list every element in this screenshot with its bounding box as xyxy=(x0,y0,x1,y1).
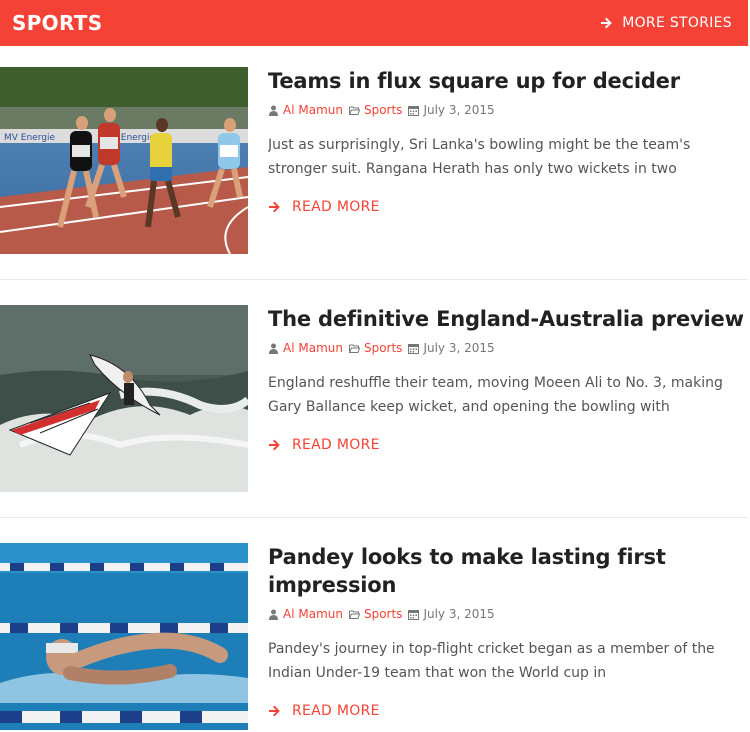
article-thumbnail[interactable] xyxy=(0,543,248,730)
author-name: Al Mamun xyxy=(283,103,343,117)
divider xyxy=(0,279,748,280)
divider xyxy=(0,517,748,518)
article-meta: Al Mamun Sports July 3, 2015 xyxy=(268,605,746,623)
more-stories-label: MORE STORIES xyxy=(622,15,732,31)
runners-track-image: MV Energie MV Energie xyxy=(0,67,248,254)
category-name: Sports xyxy=(363,103,403,117)
swimmer-image xyxy=(0,543,248,730)
read-more-link[interactable]: READ MORE xyxy=(268,703,746,719)
article-meta: Al Mamun Sports July 3, 2015 xyxy=(268,101,746,119)
folder-open-icon xyxy=(348,106,360,115)
article-date: July 3, 2015 xyxy=(423,607,495,621)
article-date: July 3, 2015 xyxy=(423,341,495,355)
meta-category[interactable]: Sports xyxy=(348,341,403,355)
article-content: The definitive England-Australia preview… xyxy=(268,305,746,453)
author-name: Al Mamun xyxy=(283,607,343,621)
article-title[interactable]: The definitive England-Australia preview xyxy=(268,305,746,333)
article-excerpt: Pandey's journey in top-flight cricket b… xyxy=(268,641,715,681)
user-icon xyxy=(269,609,278,620)
read-more-link[interactable]: READ MORE xyxy=(268,437,746,453)
calendar-icon xyxy=(408,609,420,620)
arrow-right-icon xyxy=(269,201,280,213)
read-more-label: READ MORE xyxy=(292,199,380,215)
read-more-label: READ MORE xyxy=(292,437,380,453)
article-date: July 3, 2015 xyxy=(423,103,495,117)
meta-category[interactable]: Sports xyxy=(348,607,403,621)
article-title[interactable]: Teams in flux square up for decider xyxy=(268,67,746,95)
article-content: Pandey looks to make lasting first impre… xyxy=(268,543,746,719)
arrow-right-icon xyxy=(269,705,280,717)
article-content: Teams in flux square up for decider Al M… xyxy=(268,67,746,215)
meta-author[interactable]: Al Mamun xyxy=(268,103,343,117)
meta-author[interactable]: Al Mamun xyxy=(268,341,343,355)
meta-date: July 3, 2015 xyxy=(408,607,495,621)
arrow-right-icon xyxy=(601,17,613,29)
calendar-icon xyxy=(408,105,420,116)
user-icon xyxy=(269,343,278,354)
section-header: SPORTS MORE STORIES xyxy=(0,0,748,46)
windsurfer-image xyxy=(0,305,248,492)
folder-open-icon xyxy=(348,344,360,353)
article-excerpt: Just as surprisingly, Sri Lanka's bowlin… xyxy=(268,137,691,177)
article-thumbnail[interactable] xyxy=(0,305,248,492)
category-name: Sports xyxy=(363,607,403,621)
calendar-icon xyxy=(408,343,420,354)
meta-date: July 3, 2015 xyxy=(408,341,495,355)
read-more-link[interactable]: READ MORE xyxy=(268,199,746,215)
section-title: SPORTS xyxy=(12,11,103,35)
article-meta: Al Mamun Sports July 3, 2015 xyxy=(268,339,746,357)
svg-text:MV Energie: MV Energie xyxy=(4,133,55,143)
read-more-label: READ MORE xyxy=(292,703,380,719)
author-name: Al Mamun xyxy=(283,341,343,355)
arrow-right-icon xyxy=(269,439,280,451)
folder-open-icon xyxy=(348,610,360,619)
category-name: Sports xyxy=(363,341,403,355)
meta-date: July 3, 2015 xyxy=(408,103,495,117)
meta-author[interactable]: Al Mamun xyxy=(268,607,343,621)
meta-category[interactable]: Sports xyxy=(348,103,403,117)
article-title[interactable]: Pandey looks to make lasting first impre… xyxy=(268,543,746,599)
more-stories-link[interactable]: MORE STORIES xyxy=(600,15,732,31)
article-excerpt: England reshuffle their team, moving Moe… xyxy=(268,375,723,415)
article-thumbnail[interactable]: MV Energie MV Energie xyxy=(0,67,248,254)
user-icon xyxy=(269,105,278,116)
